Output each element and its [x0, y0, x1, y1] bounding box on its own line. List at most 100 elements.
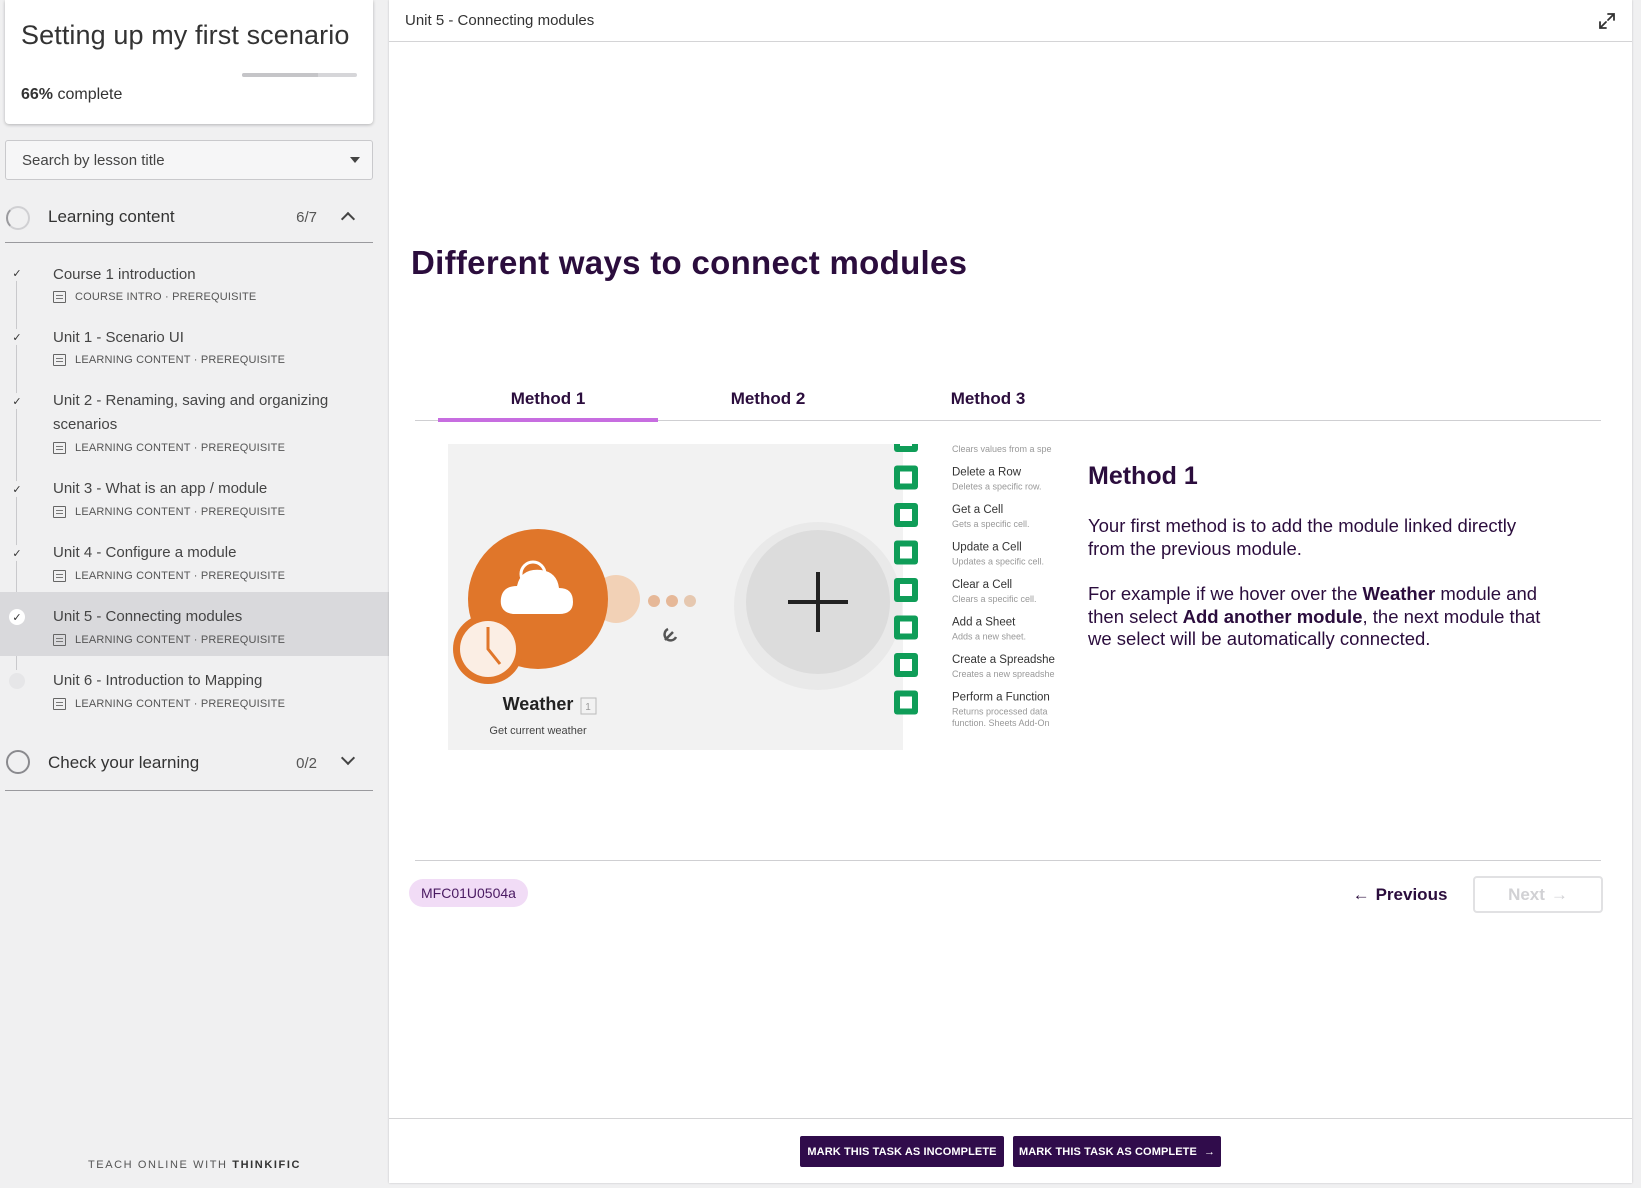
arrow-left-icon: ←	[1352, 885, 1370, 904]
method-tabs: Method 1 Method 2 Method 3	[415, 380, 1601, 422]
chapter-learning-content[interactable]: Learning content 6/7	[5, 191, 373, 243]
document-icon	[53, 634, 66, 646]
tab-method-2[interactable]: Method 2	[658, 380, 878, 421]
caret-down-icon	[350, 157, 360, 163]
check-icon: ✓	[9, 609, 25, 625]
scenario-editor-screenshot: Weather 1 Get current weather Clear a Ro…	[448, 444, 1063, 750]
document-icon	[53, 506, 66, 518]
arrow-right-icon: →	[1203, 1145, 1216, 1158]
menu-item-description: Adds a new sheet.	[952, 632, 1026, 642]
lesson-meta: LEARNING CONTENT · PREREQUISITE	[53, 634, 285, 646]
progress-suffix: complete	[53, 86, 123, 103]
lesson-item[interactable]: ✓ Unit 3 - What is an app / module LEARN…	[0, 464, 389, 528]
lesson-meta: LEARNING CONTENT · PREREQUISITE	[53, 698, 285, 710]
arrow-right-icon: →	[1550, 884, 1568, 904]
lesson-title: Unit 4 - Configure a module	[53, 544, 237, 561]
menu-item-title: Add a Sheet	[952, 617, 1016, 629]
svg-text:Get current weather: Get current weather	[489, 725, 587, 737]
lesson-meta: COURSE INTRO · PREREQUISITE	[53, 291, 256, 303]
method-example: For example if we hover over the Weather…	[1088, 583, 1541, 649]
course-progress-card: Setting up my first scenario 66% complet…	[5, 0, 373, 124]
google-sheets-icon-grid	[900, 471, 912, 484]
document-icon	[53, 354, 66, 366]
method-description: Your first method is to add the module l…	[1088, 515, 1517, 559]
document-icon	[53, 570, 66, 582]
next-button[interactable]: Next →	[1473, 876, 1603, 913]
lesson-meta: LEARNING CONTENT · PREREQUISITE	[53, 570, 285, 582]
menu-item-description: function. Sheets Add-On	[952, 718, 1050, 728]
expand-icon[interactable]	[1598, 12, 1616, 30]
chapter-check-your-learning[interactable]: Check your learning 0/2	[5, 737, 373, 791]
lesson-item[interactable]: ✓ Unit 2 - Renaming, saving and organizi…	[0, 376, 389, 464]
mark-complete-button[interactable]: MARK THIS TASK AS COMPLETE →	[1013, 1136, 1221, 1167]
chevron-down-icon[interactable]	[340, 750, 356, 766]
progress-bar-fill	[242, 73, 318, 77]
google-sheets-icon-grid	[900, 584, 912, 596]
google-sheets-icon-grid	[900, 444, 912, 446]
lesson-item[interactable]: ✓ Unit 4 - Configure a module LEARNING C…	[0, 528, 389, 592]
google-sheets-icon-grid	[900, 659, 912, 671]
check-icon: ✓	[9, 265, 25, 281]
lesson-meta: LEARNING CONTENT · PREREQUISITE	[53, 506, 285, 518]
course-title: Setting up my first scenario	[21, 20, 350, 50]
menu-item-title: Perform a Function	[952, 692, 1050, 704]
lesson-code-badge: MFC01U0504a	[409, 879, 528, 907]
tab-method-1[interactable]: Method 1	[438, 380, 658, 422]
check-icon: ✓	[9, 481, 25, 497]
lesson-item-active[interactable]: ✓ Unit 5 - Connecting modules LEARNING C…	[0, 592, 389, 656]
incomplete-circle-icon	[9, 673, 25, 689]
menu-item-description: Updates a specific cell.	[952, 557, 1044, 567]
document-icon	[53, 698, 66, 710]
chevron-up-icon[interactable]	[340, 211, 356, 227]
chapter-count: 6/7	[296, 209, 317, 226]
document-icon	[53, 291, 66, 303]
lesson-item[interactable]: ✓ Unit 1 - Scenario UI LEARNING CONTENT …	[0, 312, 389, 376]
tab-method-3[interactable]: Method 3	[878, 380, 1098, 421]
method-heading: Method 1	[1088, 462, 1198, 490]
menu-item-title: Create a Spreadshe	[952, 654, 1055, 666]
lesson-search-label: Search by lesson title	[22, 151, 165, 169]
menu-item-description: Deletes a specific row.	[952, 482, 1042, 492]
lesson-search-dropdown[interactable]: Search by lesson title	[5, 140, 373, 180]
chapter-progress-ring-icon	[6, 750, 30, 774]
menu-item-title: Delete a Row	[952, 467, 1022, 479]
google-sheets-icon-grid	[900, 509, 912, 521]
menu-item-title: Get a Cell	[952, 504, 1003, 516]
mark-incomplete-button[interactable]: MARK THIS TASK AS INCOMPLETE	[800, 1136, 1004, 1167]
progress-percent: 66%	[21, 86, 54, 103]
google-sheets-icon-grid	[900, 546, 912, 559]
google-sheets-icon-grid	[900, 696, 912, 709]
menu-item-description: Creates a new spreadshe	[952, 669, 1055, 679]
lesson-item[interactable]: ✓ Course 1 introduction COURSE INTRO · P…	[0, 248, 389, 312]
check-icon: ✓	[9, 329, 25, 345]
chapter-title: Learning content	[48, 207, 175, 226]
lesson-list: ✓ Course 1 introduction COURSE INTRO · P…	[0, 248, 389, 720]
menu-item-description: Clears a specific cell.	[952, 594, 1037, 604]
progress-bar	[242, 73, 357, 77]
lesson-title: Unit 5 - Connecting modules	[53, 608, 243, 625]
menu-item-description: Clears values from a spe	[952, 444, 1052, 454]
chapter-progress-ring-icon	[6, 206, 30, 230]
check-icon: ✓	[9, 545, 25, 561]
document-icon	[53, 442, 66, 454]
lesson-meta: LEARNING CONTENT · PREREQUISITE	[53, 442, 285, 454]
google-sheets-icon-grid	[900, 621, 912, 634]
chapter-count: 0/2	[296, 755, 317, 772]
lesson-title: Unit 3 - What is an app / module	[53, 480, 268, 497]
unit-title: Unit 5 - Connecting modules	[405, 12, 595, 29]
menu-item-description: Gets a specific cell.	[952, 519, 1030, 529]
method-illustration: Weather 1 Get current weather Clear a Ro…	[448, 444, 1063, 750]
progress-text: 66% complete	[21, 86, 122, 104]
thinkific-footer-link[interactable]: TEACH ONLINE WITH THINKIFIC	[0, 1159, 389, 1171]
menu-item-description: Returns processed data	[952, 707, 1048, 717]
content-title: Different ways to connect modules	[411, 244, 968, 281]
svg-text:1: 1	[585, 702, 591, 713]
lesson-meta: LEARNING CONTENT · PREREQUISITE	[53, 354, 285, 366]
menu-item-title: Clear a Cell	[952, 579, 1012, 591]
check-icon: ✓	[9, 393, 25, 409]
lesson-content-panel: Unit 5 - Connecting modules Different wa…	[389, 0, 1632, 1183]
lesson-title: Unit 2 - Renaming, saving and organizing…	[53, 392, 329, 433]
lesson-item[interactable]: Unit 6 - Introduction to Mapping LEARNIN…	[0, 656, 389, 720]
previous-button[interactable]: ← Previous	[1340, 877, 1460, 913]
chapter-title: Check your learning	[48, 753, 200, 772]
